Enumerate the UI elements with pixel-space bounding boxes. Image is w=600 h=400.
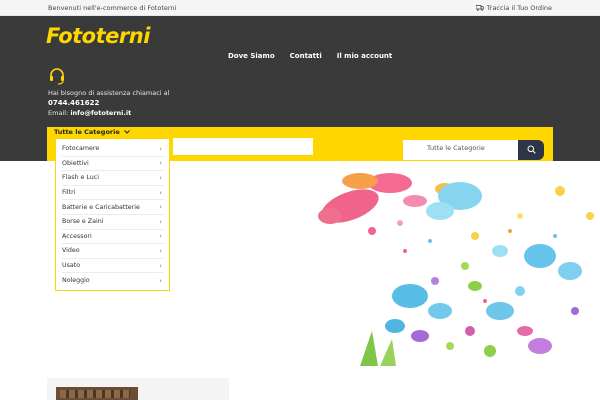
track-order-link[interactable]: Traccia il Tuo Ordine bbox=[475, 4, 552, 12]
category-label: Video bbox=[62, 247, 80, 255]
category-label: Obiettivi bbox=[62, 159, 89, 167]
chevron-down-icon bbox=[123, 128, 130, 136]
site-logo[interactable]: Fototerni bbox=[46, 24, 150, 48]
search-input[interactable] bbox=[173, 138, 313, 155]
category-item-usato[interactable]: Usato › bbox=[62, 259, 164, 274]
chevron-right-icon: › bbox=[159, 188, 162, 197]
search-button[interactable] bbox=[518, 140, 544, 160]
category-item-video[interactable]: Video › bbox=[62, 244, 164, 259]
category-label: Noleggio bbox=[62, 277, 90, 285]
category-item-batterie[interactable]: Batterie e Caricabatterie › bbox=[62, 200, 164, 215]
assistance-text: Hai bisogno di assistenza chiamaci al bbox=[48, 89, 170, 97]
email-line: Email: info@fototerni.it bbox=[48, 108, 169, 118]
chevron-right-icon: › bbox=[159, 144, 162, 153]
track-order-label: Traccia il Tuo Ordine bbox=[486, 4, 552, 12]
nav-il-mio-account[interactable]: Il mio account bbox=[337, 52, 393, 60]
nav-contatti[interactable]: Contatti bbox=[290, 52, 322, 60]
category-item-noleggio[interactable]: Noleggio › bbox=[62, 273, 164, 288]
category-label: Accessori bbox=[62, 232, 92, 240]
category-label: Batterie e Caricabatterie bbox=[62, 203, 140, 211]
category-item-obiettivi[interactable]: Obiettivi › bbox=[62, 157, 164, 172]
category-item-flash-e-luci[interactable]: Flash e Luci › bbox=[62, 171, 164, 186]
category-label: Filtri bbox=[62, 189, 76, 197]
chevron-right-icon: › bbox=[159, 159, 162, 168]
search-icon bbox=[527, 145, 536, 156]
featured-panel bbox=[47, 378, 229, 400]
category-item-filtri[interactable]: Filtri › bbox=[62, 186, 164, 201]
email-address[interactable]: info@fototerni.it bbox=[70, 109, 131, 117]
all-categories-toggle[interactable]: Tutte le Categorie bbox=[54, 128, 130, 136]
chevron-right-icon: › bbox=[159, 276, 162, 285]
main-nav: Dove Siamo Contatti Il mio account bbox=[228, 52, 392, 60]
truck-icon bbox=[475, 5, 484, 11]
category-select[interactable]: Tutte le Categorie bbox=[403, 140, 519, 160]
email-label: Email: bbox=[48, 109, 69, 117]
category-item-fotocamere[interactable]: Fotocamere › bbox=[62, 142, 164, 157]
category-item-accessori[interactable]: Accessori › bbox=[62, 230, 164, 245]
category-label: Fotocamere bbox=[62, 145, 100, 153]
category-label: Flash e Luci bbox=[62, 174, 99, 182]
top-bar: Benvenuti nell'e-commerce di Fototerni T… bbox=[0, 0, 600, 16]
category-label: Borse e Zaini bbox=[62, 218, 104, 226]
chevron-right-icon: › bbox=[159, 246, 162, 255]
nav-dove-siamo[interactable]: Dove Siamo bbox=[228, 52, 275, 60]
all-categories-label: Tutte le Categorie bbox=[54, 128, 120, 136]
assistance-block: Hai bisogno di assistenza chiamaci al 07… bbox=[48, 88, 169, 118]
category-dropdown: Fotocamere › Obiettivi › Flash e Luci › Fil… bbox=[55, 138, 170, 291]
headset-icon bbox=[48, 67, 66, 85]
chevron-right-icon: › bbox=[159, 173, 162, 182]
chevron-right-icon: › bbox=[159, 217, 162, 226]
category-item-borse-e-zaini[interactable]: Borse e Zaini › bbox=[62, 215, 164, 230]
welcome-text: Benvenuti nell'e-commerce di Fototerni bbox=[48, 4, 177, 12]
product-thumbnail[interactable] bbox=[56, 387, 138, 400]
chevron-right-icon: › bbox=[159, 261, 162, 270]
chevron-right-icon: › bbox=[159, 232, 162, 241]
phone-number[interactable]: 0744.461622 bbox=[48, 98, 169, 108]
category-label: Usato bbox=[62, 262, 81, 270]
chevron-right-icon: › bbox=[159, 203, 162, 212]
